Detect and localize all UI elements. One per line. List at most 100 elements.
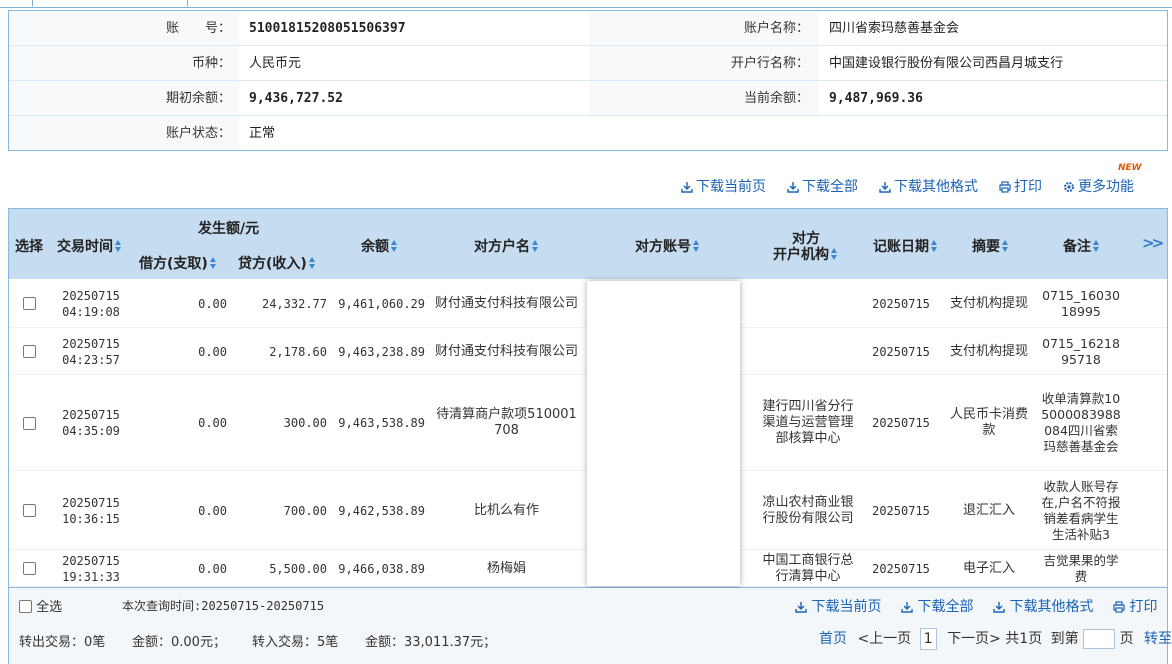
- cell-summary-text: 电子汇入: [962, 560, 1015, 576]
- cell-name: 财付通支付科技有限公司: [434, 279, 579, 328]
- cell-credit-text: 700.00: [283, 503, 327, 518]
- footer-download-current-label: 下载当前页: [811, 599, 882, 615]
- page-jump-input[interactable]: [1083, 629, 1116, 649]
- account-name-value: 四川省索玛慈善基金会: [829, 21, 960, 36]
- tab-active[interactable]: [32, 0, 188, 7]
- row-select-cell: [9, 328, 49, 375]
- select-all-checkbox[interactable]: [19, 600, 32, 613]
- prev-page-link[interactable]: <上一页: [857, 631, 911, 647]
- cell-debit: 0.00: [133, 279, 227, 328]
- row-checkbox[interactable]: [22, 504, 36, 517]
- cell-balance-text: 9,461,060.29: [338, 296, 425, 311]
- header-summary[interactable]: 摘要: [972, 236, 1009, 256]
- more-columns-button[interactable]: >>: [1142, 234, 1164, 252]
- current-balance-value: 9,487,969.36: [829, 91, 923, 106]
- footer-download-all-button[interactable]: 下载全部: [901, 596, 973, 616]
- cell-summary: 支付机构提现: [949, 328, 1029, 375]
- cell-book-date: 20250715: [864, 471, 938, 550]
- select-all-control[interactable]: 全选: [19, 596, 62, 615]
- opening-balance-value: 9,436,727.52: [249, 91, 343, 106]
- cell-time: 20250715 04:35:09: [53, 375, 129, 471]
- cell-debit-text: 0.00: [198, 503, 227, 518]
- sort-icon: [693, 240, 700, 252]
- cell-book-date-text: 20250715: [872, 561, 930, 576]
- download-current-button[interactable]: 下载当前页: [681, 178, 766, 196]
- cell-clock: 19:31:33: [62, 569, 120, 584]
- print-button[interactable]: 打印: [999, 178, 1042, 196]
- cell-remark-text: 吉觉果果的学费: [1043, 552, 1119, 584]
- header-remark[interactable]: 备注: [1063, 236, 1100, 256]
- cell-balance: 9,463,238.89: [331, 328, 425, 375]
- cell-balance: 9,462,538.89: [331, 471, 425, 550]
- total-pages: 共1页: [1005, 631, 1043, 647]
- download-icon: [787, 182, 799, 193]
- row-checkbox[interactable]: [22, 297, 36, 310]
- opening-balance-label: 期初余额：: [165, 91, 231, 106]
- row-checkbox[interactable]: [22, 562, 36, 575]
- cell-remark: 吉觉果果的学费: [1041, 550, 1121, 587]
- footer-print-button[interactable]: 打印: [1113, 596, 1157, 616]
- account-no-value: 51001815208051506397: [249, 21, 406, 36]
- account-info-panel: 账 号： 51001815208051506397 账户名称： 四川省索玛慈善基…: [8, 10, 1168, 151]
- cell-credit: 5,500.00: [229, 550, 327, 587]
- header-select: 选择: [15, 239, 43, 255]
- cell-debit: 0.00: [133, 328, 227, 375]
- cell-clock: 04:23:57: [62, 352, 120, 367]
- footer-download-current-button[interactable]: 下载当前页: [795, 596, 881, 616]
- header-bank-line2[interactable]: 开户机构: [773, 244, 838, 264]
- cell-book-date-text: 20250715: [872, 503, 930, 518]
- cell-name-text: 比机么有作: [473, 502, 539, 518]
- table-footer: 全选 本次查询时间:20250715-20250715 下载当前页 下载全部 下…: [8, 588, 1172, 664]
- gear-icon: [1064, 182, 1074, 192]
- sort-icon: [1093, 240, 1100, 252]
- more-functions-button[interactable]: 更多功能: [1063, 178, 1134, 196]
- cell-credit: 300.00: [229, 375, 327, 471]
- header-counterparty-account[interactable]: 对方账号: [635, 236, 700, 256]
- cell-bank-text: 中国工商银行总行清算中心: [762, 552, 854, 584]
- cell-summary-text: 支付机构提现: [949, 295, 1028, 311]
- cell-debit-text: 0.00: [198, 416, 227, 430]
- sort-icon: [209, 257, 217, 269]
- cell-bank: 中国工商银行总行清算中心: [761, 550, 855, 587]
- download-all-button[interactable]: 下载全部: [787, 178, 858, 196]
- sort-icon: [308, 257, 316, 269]
- cell-summary-text: 人民币卡消费款: [949, 407, 1028, 438]
- sort-icon: [831, 248, 838, 260]
- go-button[interactable]: 转至: [1144, 631, 1172, 647]
- cell-bank-text: 建行四川省分行渠道与运营管理部核算中心: [762, 399, 854, 446]
- cell-remark-text: 0715_1621895718: [1042, 335, 1120, 367]
- sort-icon: [532, 240, 539, 252]
- download-other-label: 下载其他格式: [894, 179, 978, 195]
- row-checkbox[interactable]: [22, 345, 36, 358]
- cell-time: 20250715 19:31:33: [53, 550, 129, 587]
- header-credit[interactable]: 贷方(收入): [238, 253, 316, 273]
- cell-balance: 9,466,038.89: [331, 550, 425, 587]
- cell-book-date: 20250715: [864, 375, 938, 471]
- row-checkbox[interactable]: [22, 416, 36, 430]
- row-select-cell: [9, 375, 49, 471]
- download-other-button[interactable]: 下载其他格式: [879, 178, 978, 196]
- cell-book-date: 20250715: [864, 550, 938, 587]
- info-row: 账 号： 51001815208051506397 账户名称： 四川省索玛慈善基…: [9, 11, 1167, 46]
- header-debit[interactable]: 借方(支取): [139, 253, 217, 273]
- header-counterparty-name[interactable]: 对方户名: [474, 236, 539, 256]
- current-page[interactable]: 1: [919, 628, 937, 650]
- pagination: 首页 <上一页 1 下一页> 共1页 到第 页 转至: [819, 628, 1172, 650]
- table-header: 选择 交易时间 发生额/元 借方(支取) 贷方(收入) 余额 对方户名 对方账号…: [9, 209, 1167, 279]
- download-icon: [901, 602, 913, 613]
- next-page-link[interactable]: 下一页>: [947, 631, 1001, 647]
- cell-credit: 24,332.77: [229, 279, 327, 328]
- out-tx-amount: 金额：0.00元；: [132, 635, 226, 650]
- header-time[interactable]: 交易时间: [57, 236, 122, 256]
- cell-summary-text: 支付机构提现: [949, 343, 1028, 359]
- bank-name-value: 中国建设银行股份有限公司西昌月城支行: [829, 56, 1064, 71]
- in-tx-amount: 金额：33,011.37元；: [365, 635, 497, 650]
- header-balance[interactable]: 余额: [361, 236, 398, 256]
- cell-debit-text: 0.00: [198, 344, 227, 359]
- cell-credit-text: 24,332.77: [261, 296, 327, 311]
- cell-debit: 0.00: [133, 550, 227, 587]
- header-book-date[interactable]: 记账日期: [873, 236, 938, 256]
- first-page-link[interactable]: 首页: [819, 631, 847, 647]
- cell-book-date: 20250715: [864, 279, 938, 328]
- footer-download-other-button[interactable]: 下载其他格式: [993, 596, 1093, 616]
